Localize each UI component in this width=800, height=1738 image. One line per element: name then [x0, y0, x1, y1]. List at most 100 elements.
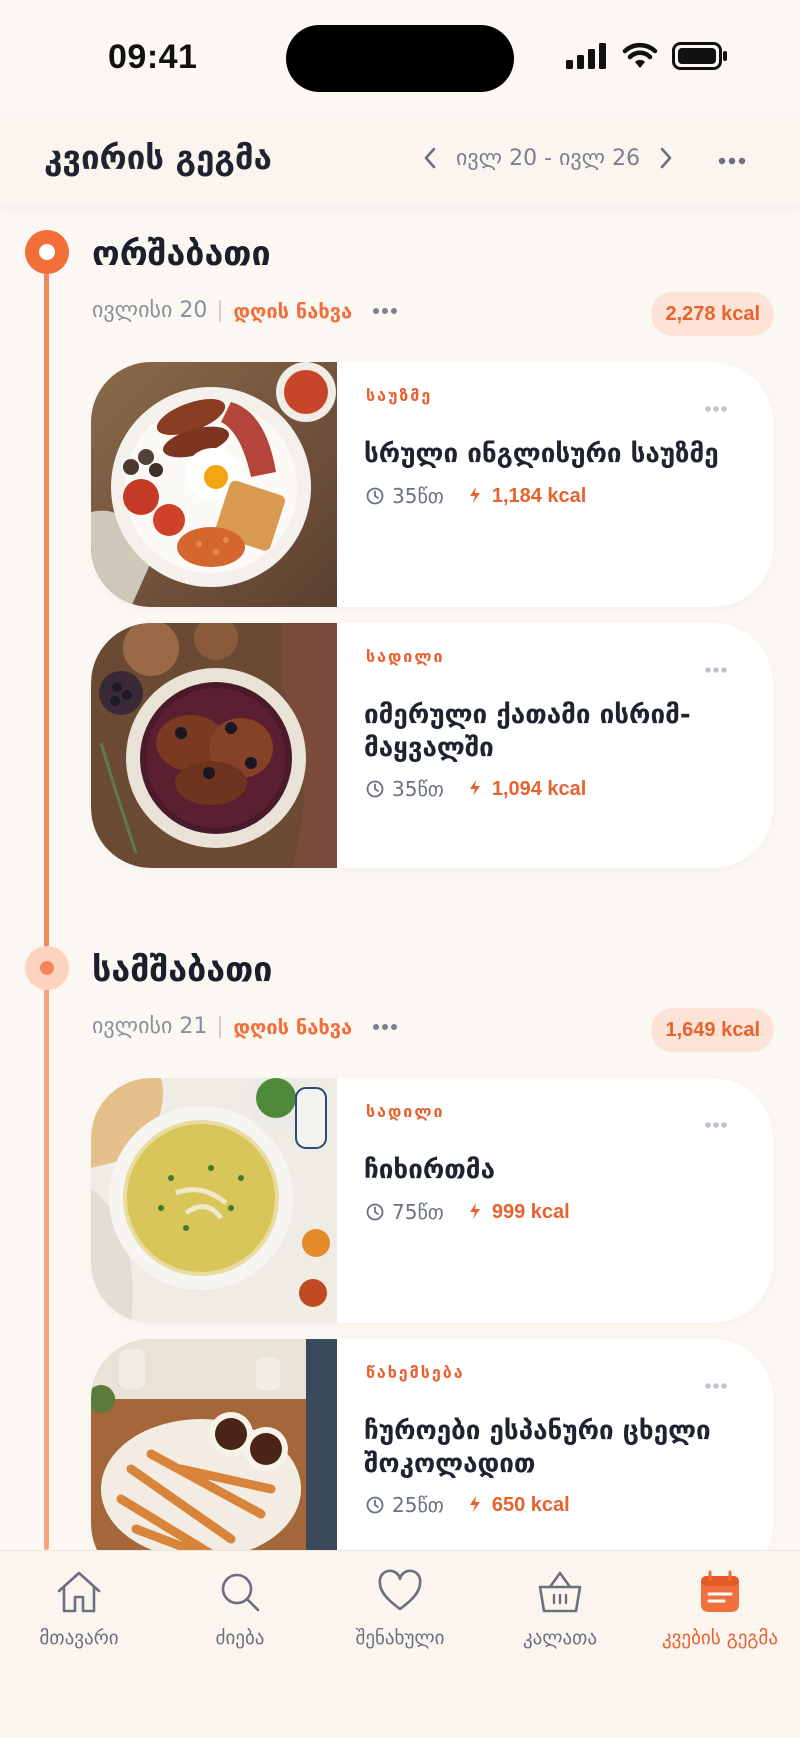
day-date: ივლისი 21	[92, 1014, 208, 1039]
heart-icon	[378, 1569, 422, 1611]
nav-label: შენახული	[355, 1627, 445, 1649]
meal-kcal-value: 1,184 kcal	[491, 484, 587, 507]
more-horizontal-icon	[718, 157, 746, 165]
search-icon	[221, 1573, 260, 1612]
next-week-button[interactable]	[654, 140, 678, 176]
more-horizontal-icon	[705, 1383, 727, 1389]
view-day-link[interactable]: დღის ნახვა	[233, 1015, 352, 1039]
nav-item-basket[interactable]: კალათა	[485, 1569, 635, 1649]
meal-kcal: 1,094 kcal	[468, 777, 587, 801]
meal-time: 25წთ	[392, 1493, 444, 1517]
meal-title: ჩუროები ესპანური ცხელი შოკოლადით	[364, 1416, 711, 1479]
meal-kcal-value: 1,094 kcal	[491, 777, 587, 800]
meal-more-button[interactable]	[704, 1114, 728, 1133]
nav-label: კალათა	[522, 1627, 598, 1649]
meal-category: სადილი	[366, 647, 445, 666]
meal-more-button[interactable]	[704, 659, 728, 678]
bottom-navigation: მთავარი ძიება შენახული კალათა კვების გეგ…	[0, 1550, 800, 1738]
meal-category: სადილი	[366, 1102, 445, 1121]
nav-item-meal-plan[interactable]: კვების გეგმა	[645, 1569, 795, 1649]
meal-image	[91, 362, 337, 607]
clock-icon	[366, 780, 384, 798]
day-meta: ივლისი 20 დღის ნახვა	[92, 298, 398, 323]
nav-label: მთავარი	[39, 1627, 119, 1649]
header-more-button[interactable]	[714, 146, 750, 176]
timeline-dot	[25, 946, 69, 990]
meal-card[interactable]: საუზმე სრული ინგლისური საუზმე 35წთ 1,184…	[91, 362, 773, 607]
meal-kcal: 1,184 kcal	[468, 484, 587, 508]
bolt-icon	[469, 1495, 480, 1512]
home-icon	[57, 1571, 101, 1613]
day-meta: ივლისი 21 დღის ნახვა	[92, 1014, 398, 1039]
more-horizontal-icon	[705, 667, 727, 673]
meal-meta: 35წთ 1,184 kcal	[366, 484, 586, 508]
clock-icon	[366, 1496, 384, 1514]
signal-icon	[566, 43, 606, 69]
day-title: ორშაბათი	[92, 234, 271, 274]
meal-card[interactable]: სადილი იმერული ქათამი ისრიმ-მაყვალში 35წ…	[91, 623, 773, 868]
bolt-icon	[469, 779, 480, 796]
meal-meta: 25წთ 650 kcal	[366, 1493, 570, 1517]
clock-icon	[366, 1203, 384, 1221]
status-bar: 09:41	[0, 0, 800, 118]
more-horizontal-icon	[705, 406, 727, 412]
view-day-link[interactable]: დღის ნახვა	[233, 299, 352, 323]
meal-kcal: 650 kcal	[468, 1494, 570, 1517]
nav-item-saved[interactable]: შენახული	[325, 1569, 475, 1649]
bolt-icon	[469, 486, 480, 503]
meal-meta: 75წთ 999 kcal	[366, 1200, 570, 1224]
meal-image	[91, 1339, 337, 1584]
battery-icon	[672, 42, 727, 70]
week-range: ივლ 20 - ივლ 26	[456, 145, 641, 171]
day-kcal-badge: 2,278 kcal	[651, 292, 774, 336]
meal-time: 75წთ	[392, 1200, 444, 1224]
day-date: ივლისი 20	[92, 298, 208, 323]
more-horizontal-icon	[705, 1122, 727, 1128]
meal-title: ჩიხირთმა	[364, 1155, 495, 1185]
nav-item-home[interactable]: მთავარი	[4, 1569, 154, 1649]
meal-title: იმერული ქათამი ისრიმ-მაყვალში	[364, 700, 691, 763]
calendar-icon	[701, 1570, 739, 1612]
meal-time: 35წთ	[392, 777, 444, 801]
timeline-dot-active	[25, 230, 69, 274]
basket-icon	[538, 1571, 582, 1613]
week-navigator: ივლ 20 - ივლ 26	[418, 140, 678, 176]
meal-card[interactable]: წახემსება ჩუროები ესპანური ცხელი შოკოლად…	[91, 1339, 773, 1584]
bolt-icon	[469, 1202, 480, 1219]
timeline-line	[44, 986, 49, 1550]
clock-icon	[366, 487, 384, 505]
status-icons	[566, 42, 728, 70]
more-horizontal-icon	[373, 307, 398, 314]
top-app-bar: კვირის გეგმა ივლ 20 - ივლ 26	[0, 118, 800, 204]
chevron-right-icon	[660, 147, 672, 169]
day-title: სამშაბათი	[92, 950, 273, 990]
chevron-left-icon	[424, 147, 436, 169]
meal-image	[91, 623, 337, 868]
status-time: 09:41	[108, 38, 198, 76]
timeline-line	[44, 258, 49, 948]
more-horizontal-icon	[373, 1023, 398, 1030]
meal-kcal-value: 999 kcal	[491, 1200, 570, 1223]
meal-more-button[interactable]	[704, 1375, 728, 1394]
page-title: კვირის გეგმა	[44, 138, 272, 177]
nav-item-search[interactable]: ძიება	[165, 1569, 315, 1649]
meal-time: 35წთ	[392, 484, 444, 508]
meal-card[interactable]: სადილი ჩიხირთმა 75წთ 999 kcal	[91, 1078, 773, 1323]
meal-more-button[interactable]	[704, 398, 728, 417]
meal-category: საუზმე	[366, 386, 433, 405]
meal-title: სრული ინგლისური საუზმე	[364, 439, 719, 469]
nav-label: ძიება	[215, 1627, 265, 1649]
day-kcal-badge: 1,649 kcal	[651, 1008, 774, 1052]
previous-week-button[interactable]	[418, 140, 442, 176]
meal-kcal: 999 kcal	[468, 1201, 570, 1224]
meal-image	[91, 1078, 337, 1323]
dynamic-island	[286, 25, 514, 92]
nav-label: კვების გეგმა	[661, 1627, 779, 1649]
meal-meta: 35წთ 1,094 kcal	[366, 777, 586, 801]
day-more-button[interactable]	[372, 307, 398, 315]
wifi-icon	[622, 42, 658, 68]
day-more-button[interactable]	[372, 1023, 398, 1031]
divider	[219, 299, 222, 322]
divider	[219, 1015, 222, 1038]
meal-category: წახემსება	[366, 1363, 465, 1382]
